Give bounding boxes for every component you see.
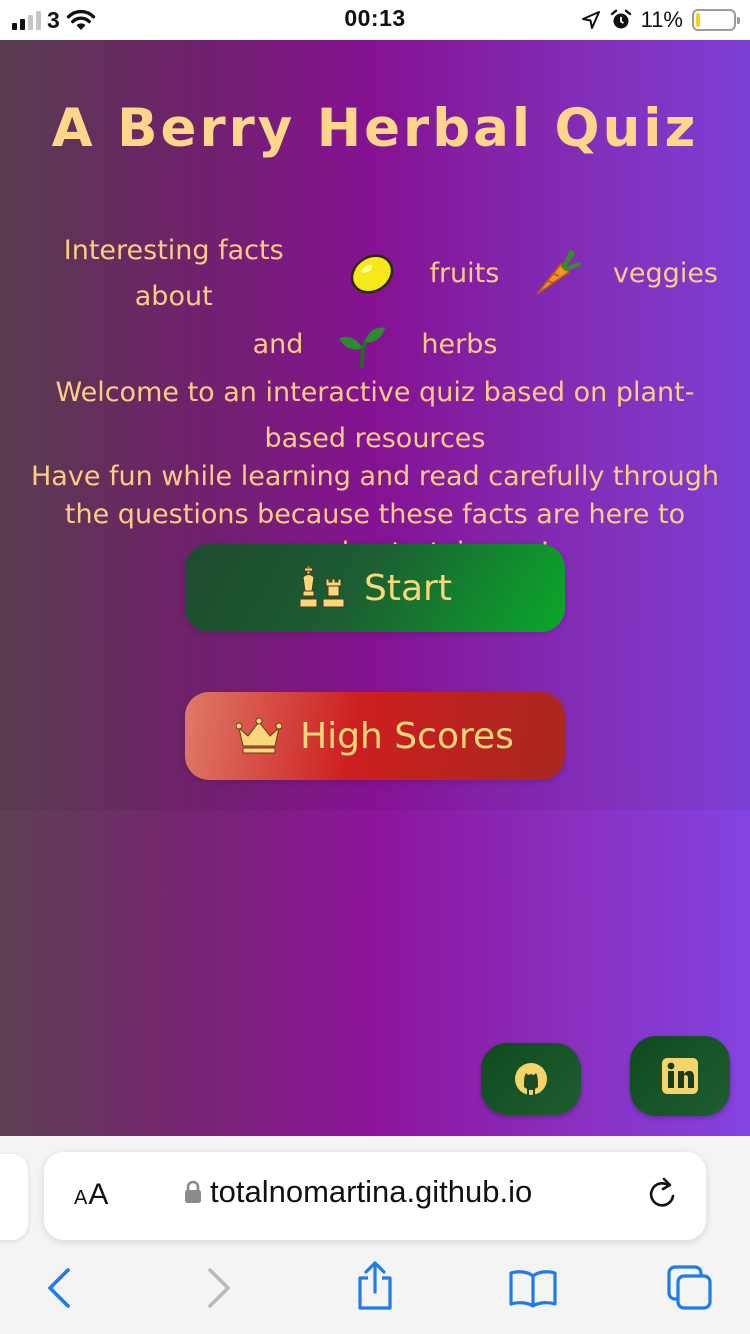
battery-percent: 11% (640, 7, 683, 32)
chess-icon (298, 565, 346, 611)
lock-icon (185, 1180, 201, 1203)
intro-word: herbs (421, 329, 498, 360)
high-scores-button-label: High Scores (300, 715, 514, 757)
alarm-icon (610, 9, 631, 29)
start-button[interactable]: Start (185, 544, 565, 632)
start-button-label: Start (364, 567, 452, 609)
intro-word: Interesting facts about (63, 235, 284, 312)
quiz-home-page: A Berry Herbal Quiz Interesting facts ab… (0, 40, 750, 1136)
intro-word: fruits (429, 258, 500, 289)
browser-toolbar (0, 1258, 750, 1322)
browser-chrome: AA totalnomartina.github.io (0, 1136, 750, 1334)
carrot-icon (529, 249, 583, 299)
intro-text: Interesting facts about fruits veggies a… (20, 228, 730, 572)
status-bar: 3 00:13 11% (0, 0, 750, 40)
url-text: totalnomartina.github.io (210, 1174, 533, 1209)
reload-icon[interactable] (646, 1176, 680, 1212)
intro-word: veggies (612, 258, 718, 289)
battery-level (696, 13, 700, 27)
github-icon (515, 1063, 547, 1095)
linkedin-icon (662, 1058, 698, 1094)
page-title: A Berry Herbal Quiz (51, 98, 699, 159)
text-size-button[interactable]: AA (74, 1178, 109, 1212)
crown-icon (236, 717, 283, 755)
battery-icon (692, 9, 740, 31)
address-bar[interactable]: AA totalnomartina.github.io (44, 1152, 706, 1240)
high-scores-button[interactable]: High Scores (185, 692, 565, 780)
lemon-icon (345, 249, 399, 299)
github-link[interactable] (481, 1043, 581, 1115)
forward-icon[interactable] (204, 1266, 234, 1310)
seedling-icon (333, 320, 391, 370)
intro-word: and (252, 329, 304, 360)
share-icon[interactable] (354, 1260, 396, 1312)
intro-line-1b: and herbs (20, 320, 730, 370)
text-size-label-big: A (88, 1178, 110, 1211)
bookmarks-icon[interactable] (508, 1268, 558, 1308)
location-arrow-icon (581, 11, 600, 29)
previous-tab-preview[interactable] (0, 1154, 28, 1240)
intro-welcome: Welcome to an interactive quiz based on … (55, 377, 695, 454)
linkedin-link[interactable] (630, 1036, 730, 1116)
intro-line-1: Interesting facts about fruits veggies (20, 228, 730, 320)
tabs-icon[interactable] (666, 1264, 714, 1312)
back-icon[interactable] (44, 1266, 74, 1310)
